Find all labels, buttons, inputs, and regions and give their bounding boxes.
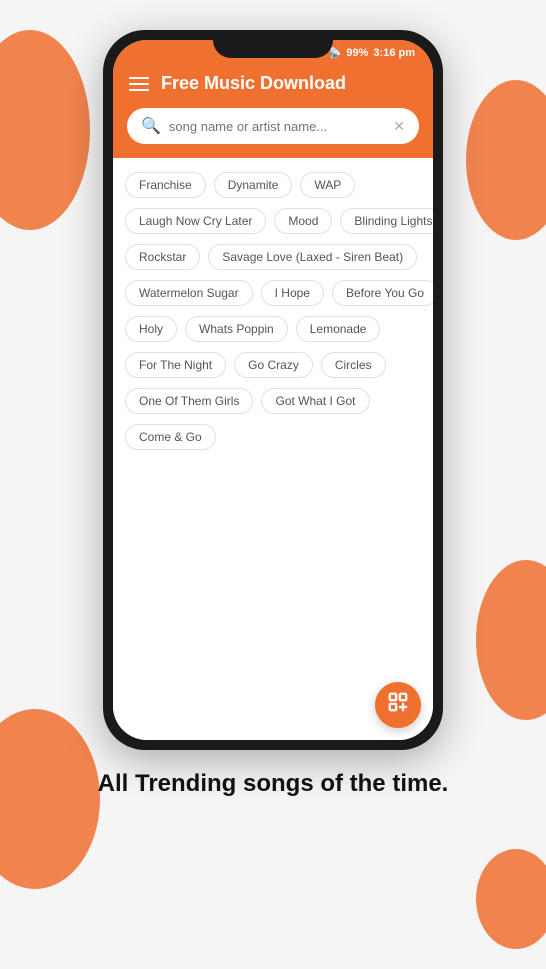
tags-row-4: Watermelon Sugar I Hope Before You Go [125,280,421,306]
bottom-text: All Trending songs of the time. [98,768,449,799]
tag-mood[interactable]: Mood [274,208,332,234]
tag-rockstar[interactable]: Rockstar [125,244,200,270]
tags-row-1: Franchise Dynamite WAP [125,172,421,198]
tags-row-5: Holy Whats Poppin Lemonade [125,316,421,342]
tag-dynamite[interactable]: Dynamite [214,172,293,198]
search-container: 🔍 ✕ [113,108,433,158]
tag-lemonade[interactable]: Lemonade [296,316,381,342]
time-display: 3:16 pm [373,47,415,59]
blob-bottom-right [476,849,546,949]
tags-row-3: Rockstar Savage Love (Laxed - Siren Beat… [125,244,421,270]
hamburger-button[interactable] [129,77,149,91]
tags-row-6: For The Night Go Crazy Circles [125,352,421,378]
search-bar[interactable]: 🔍 ✕ [127,108,419,144]
blob-bottom-left [0,709,100,889]
blob-mid-right [476,560,546,720]
tags-row-7: One Of Them Girls Got What I Got [125,388,421,414]
phone-notch [213,30,333,58]
tag-go-crazy[interactable]: Go Crazy [234,352,313,378]
tags-row-8: Come & Go [125,424,421,450]
blob-top-left [0,30,90,230]
tag-for-the-night[interactable]: For The Night [125,352,226,378]
battery-percentage: 99% [346,47,368,59]
tag-franchise[interactable]: Franchise [125,172,206,198]
app-header: Free Music Download [113,65,433,108]
tag-i-hope[interactable]: I Hope [261,280,324,306]
tag-savage-love[interactable]: Savage Love (Laxed - Siren Beat) [208,244,417,270]
tag-watermelon-sugar[interactable]: Watermelon Sugar [125,280,253,306]
search-icon: 🔍 [141,116,161,136]
tag-holy[interactable]: Holy [125,316,177,342]
tag-circles[interactable]: Circles [321,352,386,378]
tag-blinding-lights[interactable]: Blinding Lights [340,208,433,234]
tags-area: Franchise Dynamite WAP Laugh Now Cry Lat… [113,158,433,740]
tag-come-and-go[interactable]: Come & Go [125,424,216,450]
tags-row-2: Laugh Now Cry Later Mood Blinding Lights [125,208,421,234]
tag-wap[interactable]: WAP [300,172,355,198]
tag-got-what-i-got[interactable]: Got What I Got [261,388,369,414]
tag-whats-poppin[interactable]: Whats Poppin [185,316,288,342]
tag-before-you-go[interactable]: Before You Go [332,280,433,306]
blob-top-right [466,80,546,240]
tag-laugh-now[interactable]: Laugh Now Cry Later [125,208,266,234]
fab-download-button[interactable] [375,682,421,728]
clear-icon[interactable]: ✕ [393,118,405,135]
search-input[interactable] [169,119,385,134]
download-icon [387,691,409,719]
phone-mockup: ⏰ 📶 📡 99% 3:16 pm Free Music Download 🔍 … [103,30,443,750]
tag-one-of-them-girls[interactable]: One Of Them Girls [125,388,253,414]
app-title: Free Music Download [161,73,346,94]
